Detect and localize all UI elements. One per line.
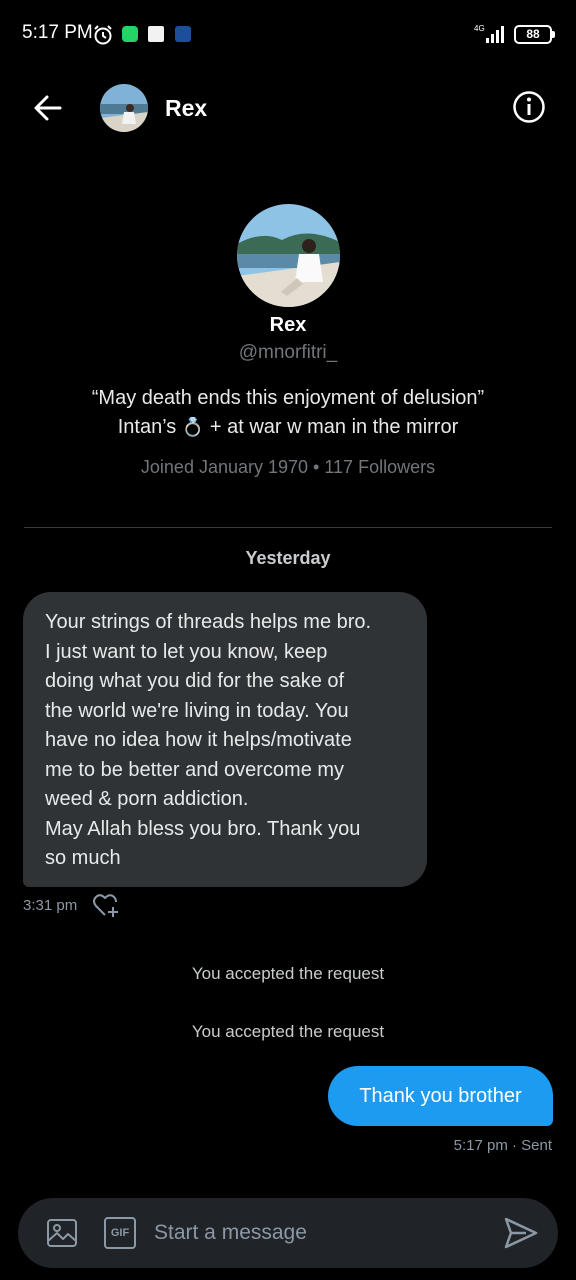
bio-line-1: “May death ends this enjoyment of delusi… — [91, 387, 485, 409]
message-line: me to be better and overcome my — [45, 758, 345, 781]
received-message-bubble[interactable]: Your strings of threads helps me bro. I … — [23, 592, 427, 887]
info-icon[interactable] — [512, 90, 546, 124]
bio-line-2-prefix: Intan’s — [117, 416, 177, 438]
app-notification-icon — [148, 26, 164, 42]
profile-bio: “May death ends this enjoyment of delusi… — [0, 384, 576, 442]
send-icon[interactable] — [502, 1214, 540, 1252]
bio-line-2-suffix: + at war w man in the mirror — [209, 416, 459, 438]
battery-icon: 88 — [514, 25, 555, 44]
image-icon[interactable] — [46, 1217, 78, 1249]
avatar-image — [100, 84, 148, 132]
app-notification-icon-2 — [175, 26, 191, 42]
avatar[interactable] — [100, 84, 148, 132]
divider — [24, 527, 552, 528]
profile-photo — [237, 204, 340, 307]
message-line: so much — [45, 847, 121, 869]
system-message: You accepted the request — [191, 964, 385, 983]
gif-button[interactable]: GIF — [104, 1217, 136, 1249]
status-time: 5:17 PM — [22, 22, 93, 43]
followers-count[interactable]: 117 Followers — [324, 457, 435, 477]
received-message-time: 3:31 pm — [23, 897, 78, 914]
conversation-header: Rex — [0, 68, 576, 148]
dm-conversation-screen: 5:17 PM 4G 88 Rex Rex @mnorfitri_ “May d… — [0, 0, 576, 1280]
bio-line-2: Intan’s 💍 + at war w man in the mirror — [0, 413, 576, 442]
message-line: I just want to let you know, keep — [45, 640, 328, 663]
joined-date: Joined January 1970 — [140, 457, 309, 477]
message-composer: GIF — [18, 1198, 558, 1268]
day-label: Yesterday — [245, 548, 331, 568]
sent-message-meta: 5:17 pm · Sent — [453, 1137, 552, 1154]
back-arrow-icon[interactable] — [30, 90, 66, 126]
message-line: have no idea how it helps/motivate — [45, 729, 352, 751]
status-bar: 5:17 PM 4G 88 — [0, 0, 576, 68]
profile-meta: Joined January 1970 • 117 Followers — [0, 457, 576, 478]
profile-name: Rex — [269, 314, 307, 336]
profile-avatar[interactable] — [237, 204, 340, 307]
system-message: You accepted the request — [191, 1022, 385, 1041]
profile-handle: @mnorfitri_ — [238, 342, 338, 363]
message-line: doing what you did for the sake of — [45, 670, 345, 692]
signal-icon: 4G — [474, 24, 504, 43]
message-line: Your strings of threads helps me bro. — [45, 611, 372, 633]
message-line: May Allah bless you bro. Thank you — [45, 817, 361, 840]
message-line: the world we're living in today. You — [45, 699, 349, 722]
message-input[interactable] — [154, 1216, 494, 1250]
alarm-icon — [94, 25, 112, 45]
ring-icon: 💍 — [181, 417, 205, 437]
message-line: weed & porn addiction. — [45, 788, 249, 810]
add-reaction-icon[interactable] — [92, 893, 120, 919]
whatsapp-icon — [122, 26, 138, 42]
network-type-label: 4G — [474, 24, 485, 33]
sent-message-bubble[interactable]: Thank you brother — [328, 1066, 553, 1126]
header-contact-name[interactable]: Rex — [165, 95, 207, 122]
meta-separator: • — [313, 457, 320, 477]
